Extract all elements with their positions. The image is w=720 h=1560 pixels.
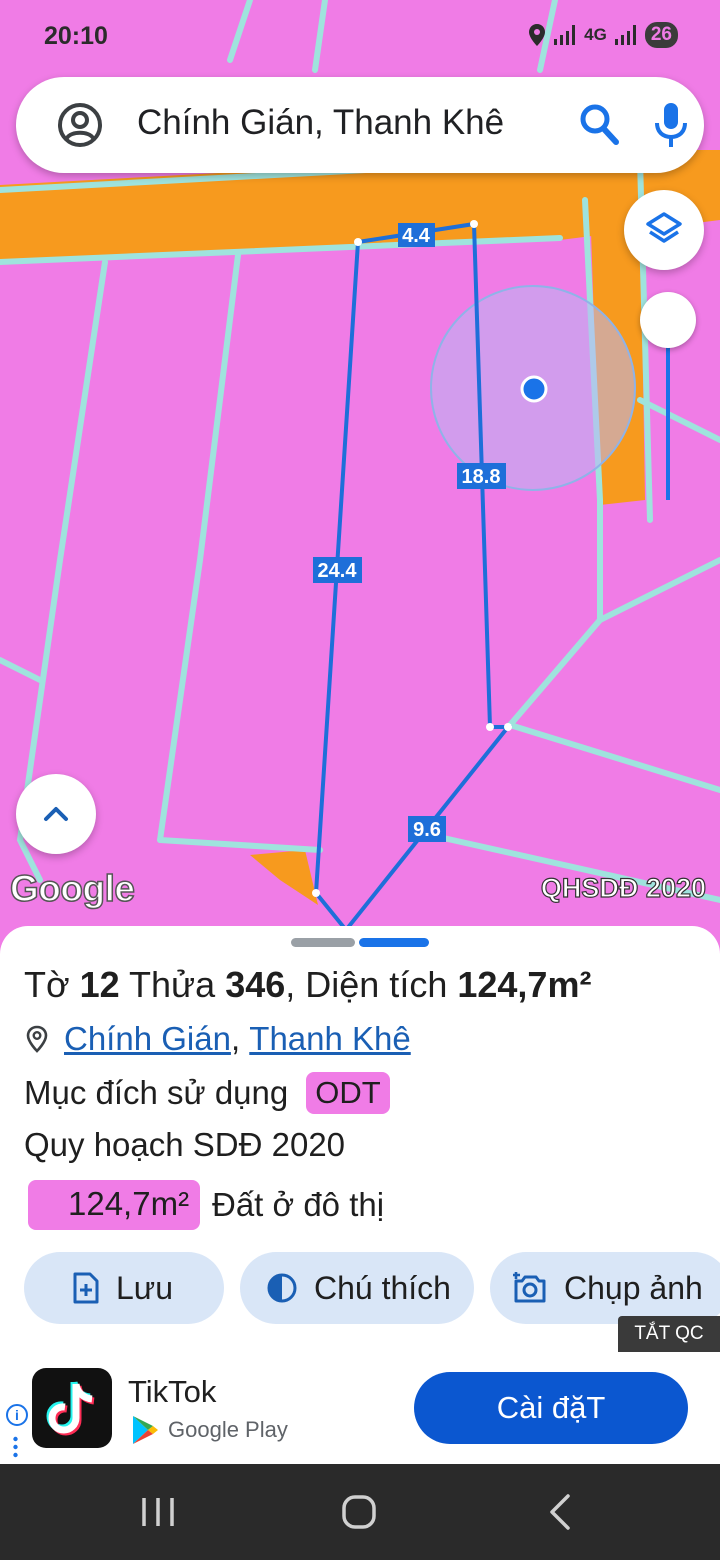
land-use-row: 124,7m² Đất ở đô thị (28, 1180, 384, 1230)
save-label: Lưu (116, 1269, 174, 1306)
status-bar: 20:10 4G 26 (0, 0, 720, 72)
area-label: , Diện tích (285, 964, 448, 1005)
install-button[interactable]: Cài đặT (414, 1372, 688, 1444)
location-separator: , (230, 1020, 241, 1057)
screenshot-label: Chụp ảnh (564, 1269, 703, 1306)
recent-apps-button[interactable] (128, 1488, 188, 1536)
parcel-area: 124,7m² (457, 964, 592, 1005)
status-time: 20:10 (44, 22, 108, 50)
lot-number: 346 (225, 964, 286, 1005)
tiktok-logo-icon (46, 1381, 95, 1436)
sheet-handle-active[interactable] (359, 938, 429, 947)
legend-button[interactable]: Chú thích (240, 1252, 474, 1324)
edge-label-right: 18.8 (462, 466, 501, 488)
google-play-icon (133, 1416, 158, 1444)
ward-link[interactable]: Chính Gián (64, 1020, 231, 1058)
account-icon[interactable] (56, 101, 104, 149)
signal-icon (554, 25, 576, 45)
close-ad-button[interactable]: TẮT QC (618, 1316, 720, 1352)
home-button[interactable] (329, 1488, 389, 1536)
location-dot (520, 375, 548, 403)
microphone-icon (655, 103, 687, 147)
status-icons: 4G 26 (528, 22, 678, 48)
land-use-type: Đất ở đô thị (212, 1186, 385, 1223)
sheet-handle[interactable] (291, 938, 355, 947)
zoom-slider-track[interactable] (666, 330, 670, 500)
google-logo: Google (9, 867, 135, 910)
edge-label-top: 4.4 (402, 225, 431, 247)
store-badge: Google Play (130, 1414, 288, 1446)
edge-label-bottom: 9.6 (413, 819, 441, 841)
search-input[interactable]: Chính Gián, Thanh Khê (137, 103, 504, 143)
ad-banner[interactable]: i TikTok Google Play Cài đặT (0, 1352, 720, 1464)
system-nav-bar (0, 1464, 720, 1560)
sheet-label: Tờ (24, 964, 70, 1005)
sheet-number: 12 (79, 964, 120, 1005)
home-icon (342, 1495, 376, 1529)
usage-purpose-label: Mục đích sử dụng (24, 1074, 289, 1111)
screenshot-button[interactable]: Chụp ảnh (490, 1252, 720, 1324)
back-button[interactable] (530, 1488, 590, 1536)
district-link[interactable]: Thanh Khê (249, 1020, 410, 1058)
map-layer-label: QHSDĐ 2020 (540, 872, 706, 903)
battery-level: 26 (644, 22, 678, 48)
network-type: 4G (584, 25, 607, 44)
search-button[interactable] (576, 99, 624, 151)
recent-apps-icon (142, 1498, 174, 1526)
plan-label: Quy hoạch SDĐ 2020 (24, 1126, 346, 1163)
save-button[interactable]: Lưu (24, 1252, 224, 1324)
location-pin-icon (26, 1025, 48, 1053)
zoom-slider-handle[interactable] (640, 292, 696, 348)
usage-purpose: Mục đích sử dụng ODT (24, 1072, 390, 1114)
chevron-up-icon (44, 807, 68, 821)
back-icon (550, 1494, 570, 1530)
layers-button[interactable] (624, 190, 704, 270)
lot-label: Thửa (129, 964, 216, 1005)
add-camera-icon (513, 1272, 546, 1303)
ad-info-icon[interactable]: i (6, 1404, 28, 1426)
location-line: Chính Gián, Thanh Khê (24, 1020, 411, 1058)
search-icon (580, 104, 619, 145)
legend-label: Chú thích (314, 1269, 451, 1306)
parcel-info-sheet: Tờ 12 Thửa 346, Diện tích 124,7m² Chính … (0, 926, 720, 1352)
land-use-area-badge: 124,7m² (28, 1180, 200, 1230)
layers-icon (646, 212, 682, 243)
add-file-icon (73, 1272, 99, 1304)
voice-search-button[interactable] (646, 97, 696, 153)
edge-label-left: 24.4 (318, 560, 358, 582)
action-chips: Lưu Chú thích Chụp ảnh (24, 1252, 720, 1324)
expand-panel-button[interactable] (16, 774, 96, 854)
signal-icon-2 (614, 25, 636, 45)
store-name: Google Play (168, 1417, 288, 1442)
tiktok-app-icon[interactable] (32, 1368, 112, 1448)
search-bar[interactable]: Chính Gián, Thanh Khê (16, 77, 704, 173)
more-options-icon[interactable] (13, 1436, 18, 1458)
parcel-title: Tờ 12 Thửa 346, Diện tích 124,7m² (24, 964, 591, 1006)
location-pin-icon (529, 24, 546, 46)
contrast-icon (267, 1273, 297, 1303)
ad-app-name[interactable]: TikTok (128, 1374, 216, 1410)
usage-code-badge: ODT (306, 1072, 390, 1114)
